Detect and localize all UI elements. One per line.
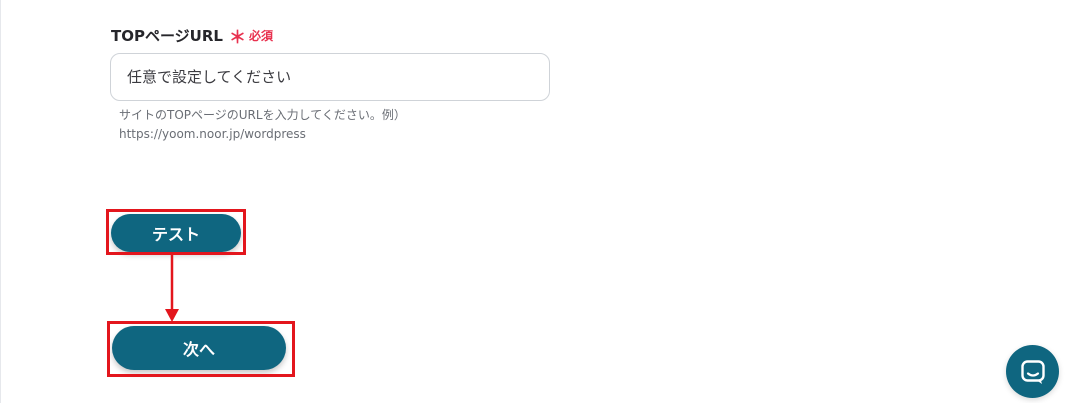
form-page: TOPページURL ＊ 必須 サイトのTOPページのURLを入力してください。例…	[0, 0, 1077, 403]
required-asterisk: ＊	[228, 28, 246, 48]
help-text-example-url: https://yoom.noor.jp/wordpress	[119, 127, 306, 141]
next-button[interactable]: 次へ	[112, 326, 286, 370]
left-divider	[0, 0, 1, 403]
top-url-help-text: サイトのTOPページのURLを入力してください。例） https://yoom.…	[119, 106, 406, 144]
test-button[interactable]: テスト	[111, 214, 241, 252]
top-url-field-label: TOPページURL ＊ 必須	[111, 23, 273, 48]
chat-launcher-button[interactable]	[1006, 345, 1059, 398]
help-text-line-1: サイトのTOPページのURLを入力してください。例）	[119, 108, 406, 122]
required-badge: 必須	[248, 29, 273, 43]
top-url-input[interactable]	[110, 53, 550, 101]
arrow-down-icon	[165, 252, 179, 322]
chat-bubble-icon	[1020, 359, 1045, 384]
top-url-label-text: TOPページURL	[111, 27, 223, 45]
